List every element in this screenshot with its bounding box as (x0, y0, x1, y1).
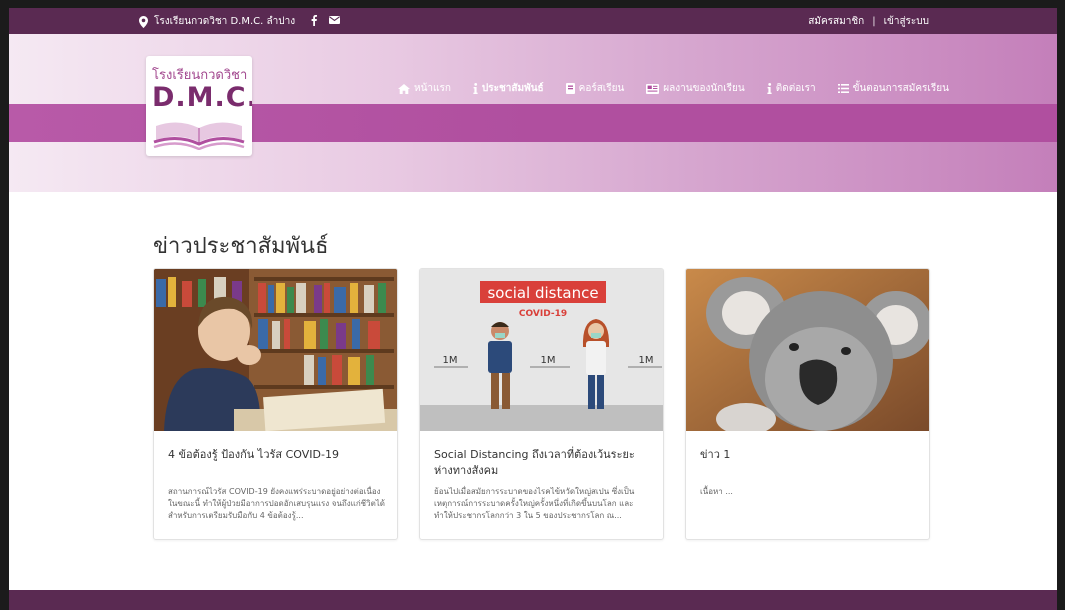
nav-item-enroll-steps[interactable]: ขั้นตอนการสมัครเรียน (837, 81, 949, 96)
nav-label: ติดต่อเรา (775, 83, 816, 94)
login-link[interactable]: เข้าสู่ระบบ (884, 14, 929, 29)
card-excerpt: เนื้อหา ... (700, 487, 733, 496)
nav-label: คอร์สเรียน (578, 83, 625, 94)
card-excerpt: ย้อนไปเมื่อสมัยการระบาดของไรคไข้หวัดใหญ่… (434, 487, 635, 520)
nav-label: ผลงานของนักเรียน (663, 83, 745, 94)
distance-label-right: 1M (639, 355, 654, 366)
card-title[interactable]: 4 ข้อต้องรู้ ป้องกัน ไวรัส COVID-19 (168, 447, 386, 463)
auth-divider: | (872, 16, 876, 27)
nav-label: ขั้นตอนการสมัครเรียน (852, 83, 949, 94)
info-icon (767, 83, 772, 94)
top-bar: โรงเรียนกวดวิชา D.M.C. ลำปาง สมัครสมาชิก… (9, 8, 1057, 34)
nav-item-student-works[interactable]: ผลงานของนักเรียน (646, 81, 745, 96)
list-icon (837, 84, 849, 93)
location-text: โรงเรียนกวดวิชา D.M.C. ลำปาง (154, 16, 296, 27)
home-icon (398, 83, 410, 94)
nav-item-news[interactable]: ประชาสัมพันธ์ (473, 81, 544, 96)
logo-line2: D.M.C. (152, 82, 252, 113)
book-icon (565, 83, 575, 94)
nav-item-courses[interactable]: คอร์สเรียน (565, 81, 625, 96)
open-book-icon (153, 122, 245, 150)
card-image-social-distance[interactable]: social distance COVID-19 1M 1M 1M (420, 269, 663, 431)
card-image-koala[interactable] (686, 269, 929, 431)
info-icon (473, 83, 478, 94)
nav-item-home[interactable]: หน้าแรก (398, 81, 451, 96)
section-title: ข่าวประชาสัมพันธ์ (153, 234, 329, 259)
card-title[interactable]: ข่าว 1 (700, 447, 918, 463)
auth-links: สมัครสมาชิก | เข้าสู่ระบบ (808, 14, 929, 29)
envelope-icon[interactable] (329, 16, 341, 27)
footer-bar (9, 590, 1057, 610)
facebook-icon[interactable] (311, 14, 318, 29)
location-group: โรงเรียนกวดวิชา D.M.C. ลำปาง (139, 14, 341, 29)
nav-label: ประชาสัมพันธ์ (481, 83, 544, 94)
register-link[interactable]: สมัครสมาชิก (808, 14, 864, 29)
newspaper-icon (646, 83, 660, 94)
card-title[interactable]: Social Distancing ถึงเวลาที่ต้องเว้นระยะ… (434, 447, 652, 479)
card-excerpt: สถานการณ์ไวรัส COVID-19 ยังคงแพร่ระบาดอย… (168, 487, 385, 520)
news-card[interactable]: ข่าว 1 เนื้อหา ... (685, 268, 930, 540)
map-pin-icon (139, 15, 148, 28)
card-image-child-library[interactable] (154, 269, 397, 431)
distance-label-middle: 1M (541, 355, 556, 366)
image-sub-text: COVID-19 (519, 309, 567, 319)
nav-label: หน้าแรก (414, 83, 451, 94)
main-nav: หน้าแรก ประชาสัมพันธ์ คอร์สเรียน ผลงานขอ… (398, 81, 949, 96)
site-logo[interactable]: โรงเรียนกวดวิชา D.M.C. (146, 56, 252, 156)
distance-label-left: 1M (443, 355, 458, 366)
news-card[interactable]: social distance COVID-19 1M 1M 1M Social… (419, 268, 664, 540)
nav-item-contact[interactable]: ติดต่อเรา (767, 81, 816, 96)
news-card[interactable]: 4 ข้อต้องรู้ ป้องกัน ไวรัส COVID-19 สถาน… (153, 268, 398, 540)
image-banner-text: social distance (487, 284, 598, 302)
